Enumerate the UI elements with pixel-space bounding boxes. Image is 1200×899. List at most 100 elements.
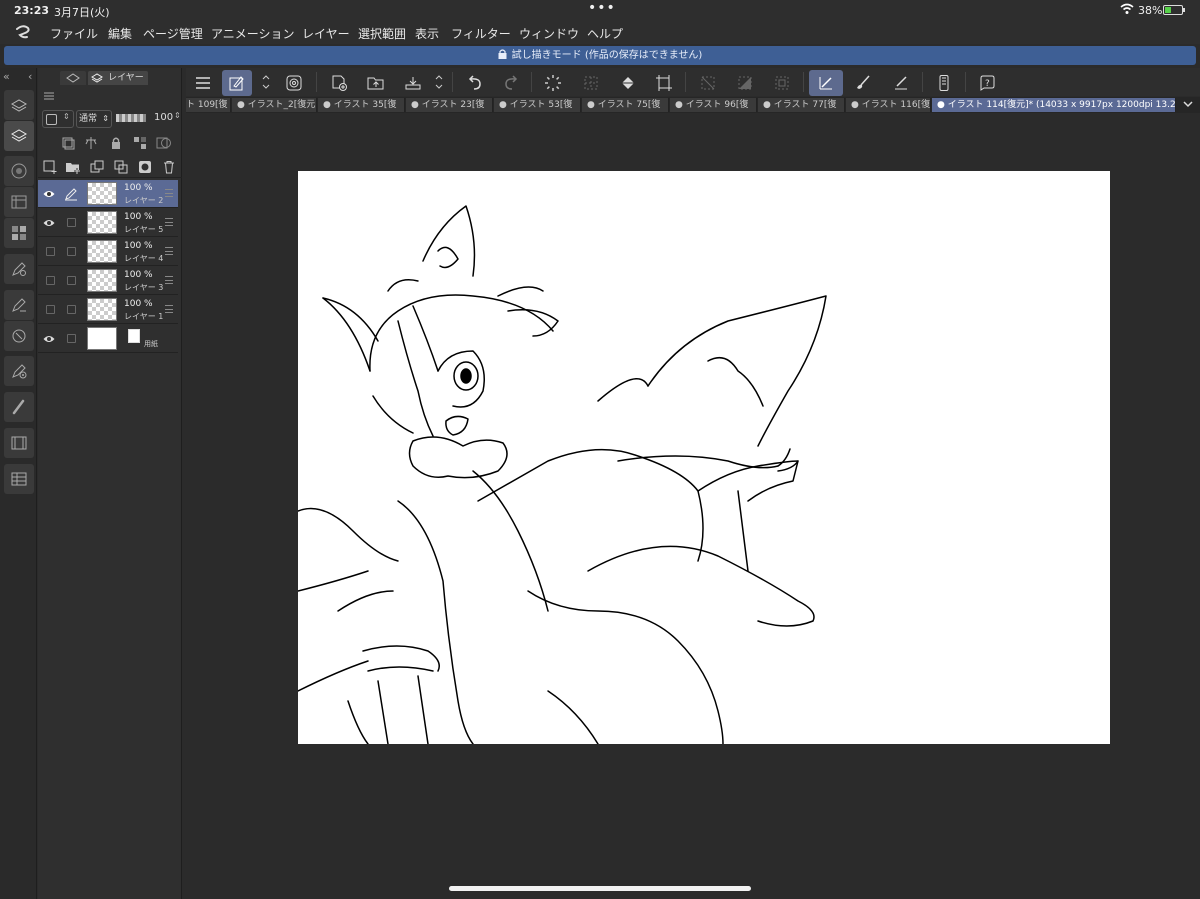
studio-mode-button[interactable] (279, 70, 309, 96)
layer-property-tool[interactable] (4, 90, 34, 120)
merge-layer-icon[interactable] (113, 159, 129, 175)
edit-pen-icon[interactable] (64, 187, 78, 201)
menu-filter[interactable]: フィルター (451, 25, 511, 42)
updown-chevron-icon[interactable] (261, 72, 271, 92)
layer-row[interactable]: 100 % レイヤー 5 (38, 209, 178, 237)
ruler-snap-button[interactable] (809, 70, 843, 96)
lock-layer-icon[interactable] (108, 135, 124, 151)
updown-chevron-icon[interactable] (434, 72, 444, 92)
blend-mode-select[interactable]: 通常 ⇕ (76, 110, 112, 128)
layer-row[interactable]: 100 % レイヤー 2 (38, 180, 178, 208)
home-indicator[interactable] (449, 886, 751, 891)
menu-animation[interactable]: アニメーション (211, 25, 295, 42)
drag-handle-icon[interactable] (165, 247, 173, 255)
doc-tab[interactable]: ● イラスト 35[復 (318, 98, 405, 112)
eye-icon[interactable] (43, 333, 55, 345)
layer-row[interactable]: 100 % レイヤー 1 (38, 296, 178, 324)
navigator-tool[interactable] (4, 156, 34, 186)
redo-button[interactable] (496, 70, 526, 96)
visibility-checkbox[interactable] (46, 247, 55, 256)
clip-icon[interactable] (60, 135, 76, 151)
save-button[interactable] (398, 70, 428, 96)
sub-tool-d[interactable] (4, 356, 34, 386)
opacity-chevron-icon[interactable]: ⇕ (174, 111, 181, 120)
menu-page[interactable]: ページ管理 (143, 25, 203, 42)
opacity-value[interactable]: 100 (154, 112, 173, 123)
layer-color-select[interactable]: ⇕ (42, 110, 74, 128)
menu-selection[interactable]: 選択範囲 (358, 25, 406, 42)
fill-button[interactable] (613, 70, 643, 96)
drag-handle-icon[interactable] (165, 189, 173, 197)
reference-icon[interactable] (83, 135, 99, 151)
menu-window[interactable]: ウィンドウ (519, 25, 579, 42)
mask-icon[interactable] (156, 135, 172, 151)
stabilization-button[interactable] (886, 70, 916, 96)
help-button[interactable]: ? (972, 70, 1002, 96)
collapse-panel-icon[interactable]: « (3, 70, 10, 83)
menu-help[interactable]: ヘルプ (587, 25, 623, 42)
doc-tab-active[interactable]: ● イラスト 114[復元]* (14033 x 9917px 1200dpi … (932, 98, 1176, 112)
layer-select-checkbox[interactable] (67, 247, 76, 256)
smartphone-button[interactable] (929, 70, 959, 96)
new-raster-layer-icon[interactable] (42, 159, 58, 175)
drag-handle-icon[interactable] (165, 305, 173, 313)
new-file-button[interactable] (324, 70, 354, 96)
doc-tab[interactable]: ト 109[復 (186, 98, 231, 112)
undo-button[interactable] (460, 70, 490, 96)
tab-layer-property[interactable] (60, 71, 86, 85)
opacity-slider[interactable] (116, 114, 146, 122)
paper-layer-row[interactable]: 用紙 (38, 325, 178, 353)
simplified-ui-button[interactable] (222, 70, 252, 96)
lock-transparency-icon[interactable] (132, 135, 148, 151)
selection-border-button[interactable] (767, 70, 797, 96)
color-set-tool[interactable] (4, 218, 34, 248)
layer-select-checkbox[interactable] (67, 218, 76, 227)
drag-handle-icon[interactable] (165, 276, 173, 284)
menu-view[interactable]: 表示 (415, 25, 439, 42)
eye-icon[interactable] (43, 188, 55, 200)
visibility-checkbox[interactable] (46, 276, 55, 285)
clear-selection-button[interactable] (693, 70, 723, 96)
menu-file[interactable]: ファイル (50, 25, 98, 42)
timeline-tool[interactable] (4, 464, 34, 494)
loading-button[interactable] (538, 70, 568, 96)
animation-tool[interactable] (4, 428, 34, 458)
sub-tool-b[interactable] (4, 290, 34, 320)
layer-mask-icon[interactable] (137, 159, 153, 175)
invert-selection-button[interactable] (730, 70, 760, 96)
trash-icon[interactable] (161, 159, 177, 175)
copy-layer-icon[interactable] (89, 159, 105, 175)
menu-edit[interactable]: 編集 (108, 25, 132, 42)
layer-row[interactable]: 100 % レイヤー 3 (38, 267, 178, 295)
doc-tab[interactable]: ● イラスト 23[復 (406, 98, 493, 112)
visibility-checkbox[interactable] (46, 305, 55, 314)
select-all-button[interactable] (576, 70, 606, 96)
doc-tab[interactable]: ● イラスト 75[復 (582, 98, 669, 112)
drag-handle-icon[interactable] (165, 218, 173, 226)
new-folder-icon[interactable] (65, 159, 81, 175)
eye-icon[interactable] (43, 217, 55, 229)
doc-tab[interactable]: ● イラスト 77[復 (758, 98, 845, 112)
layer-row[interactable]: 100 % レイヤー 4 (38, 238, 178, 266)
panel-menu-icon[interactable] (44, 92, 54, 100)
app-logo-icon[interactable] (14, 23, 32, 41)
doc-tab[interactable]: ● イラスト 53[復 (494, 98, 581, 112)
sub-tool-c[interactable] (4, 321, 34, 351)
layer-select-checkbox[interactable] (67, 276, 76, 285)
collapse-dock-icon[interactable]: ‹ (28, 70, 32, 83)
menu-layer[interactable]: レイヤー (302, 25, 350, 42)
drawing-canvas[interactable] (298, 171, 1110, 744)
layer-tool[interactable] (4, 121, 34, 151)
doc-tab[interactable]: ● イラスト_2[復元 (232, 98, 317, 112)
transform-button[interactable] (649, 70, 679, 96)
doc-tab[interactable]: ● イラスト 96[復 (670, 98, 757, 112)
brush-tool[interactable] (4, 392, 34, 422)
layer-select-checkbox[interactable] (67, 334, 76, 343)
menu-button[interactable] (188, 70, 218, 96)
chevron-down-icon[interactable] (1181, 97, 1195, 111)
layer-select-checkbox[interactable] (67, 305, 76, 314)
material-tool[interactable] (4, 187, 34, 217)
brush-size-button[interactable] (849, 70, 879, 96)
doc-tab[interactable]: ● イラスト 116[復 (846, 98, 931, 112)
multitask-dots[interactable]: ••• (588, 0, 616, 16)
